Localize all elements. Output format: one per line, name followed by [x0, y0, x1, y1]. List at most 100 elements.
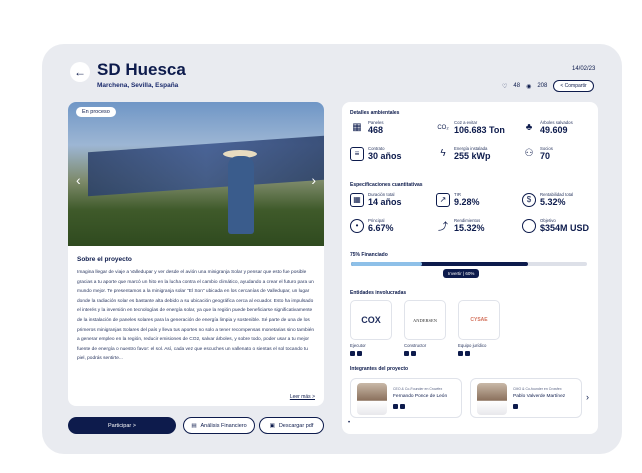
quant-title: Especificaciones cuantitativas — [350, 182, 423, 188]
quant-item-goal: Objetivo $354M USD — [522, 218, 589, 233]
funding-title: 75% Financiado — [350, 252, 388, 258]
participate-button[interactable]: Participar > — [68, 417, 176, 434]
web-icon[interactable] — [393, 404, 398, 409]
solar-panels-image — [88, 135, 324, 197]
read-more-link[interactable]: Leer más > — [290, 394, 315, 400]
share-label: Compartir — [564, 83, 587, 89]
quant-value: 5.32% — [540, 197, 566, 207]
entity-role: Equipo jurídico — [458, 343, 487, 348]
web-icon[interactable] — [458, 351, 463, 356]
share-button[interactable]: < Compartir — [553, 80, 594, 92]
trees-icon: ♣ — [525, 122, 533, 133]
about-title: Sobre el proyecto — [77, 256, 132, 263]
project-title: SD Huesca — [97, 60, 186, 79]
financial-analysis-button[interactable]: ▤ Análisis Financiero — [183, 417, 255, 434]
target-icon: • — [350, 218, 364, 233]
env-item-trees: ♣ Árboles salvados 49.609 — [522, 120, 573, 135]
quant-value: 6.67% — [368, 223, 394, 233]
trend-icon: ↗ — [436, 192, 450, 207]
quant-value: 9.28% — [454, 197, 480, 207]
entity-name: CYSAE — [470, 317, 488, 323]
env-value: 468 — [368, 125, 384, 135]
member-role: CMO & Co-founder en Crowfex — [513, 387, 562, 391]
project-location: Marchena, Sevilla, España — [97, 82, 179, 89]
quant-item-return: $ Rentabilidad total 5.32% — [522, 192, 573, 207]
entity-role: Ejecutor — [350, 343, 366, 348]
goal-icon — [522, 218, 536, 233]
avatar — [477, 383, 507, 415]
env-item-contract: ≡ Contrato 30 años — [350, 146, 402, 161]
co2-icon: CO₂ — [437, 124, 449, 131]
quant-value: 14 años — [368, 197, 402, 207]
status-badge: En proceso — [76, 107, 116, 117]
entity-role: Constructor — [404, 343, 427, 348]
quant-item-principal: • Principal 6.67% — [350, 218, 394, 233]
about-text: Imagina llegar de viaje a Valledupar y v… — [77, 270, 315, 362]
quant-item-yield: ⤴ Rendimientos 15.32% — [436, 218, 485, 233]
quant-value: $354M USD — [540, 223, 590, 233]
heart-icon[interactable]: ♡ — [502, 83, 507, 90]
entity-logo-andersen[interactable]: ANDERSEN — [404, 300, 446, 340]
entities-title: Entidades involucradas — [350, 290, 407, 296]
quant-item-tir: ↗ TIR 9.28% — [436, 192, 480, 207]
back-button[interactable]: ← — [70, 62, 90, 82]
document-icon: ▣ — [269, 422, 275, 429]
lightning-icon: ϟ — [440, 148, 446, 159]
env-title: Detalles ambientales — [350, 110, 400, 116]
linkedin-icon[interactable] — [411, 351, 416, 356]
entity-logo-cysae[interactable]: CYSAE — [458, 300, 500, 340]
financial-label: Análisis Financiero — [200, 422, 247, 429]
calendar-icon: ▦ — [350, 192, 364, 207]
env-item-partners: ⚇ Socios 70 — [522, 146, 553, 161]
quant-value: 15.32% — [454, 223, 485, 233]
dot-indicator: • — [348, 420, 351, 426]
env-item-co2: CO₂ Co2 a evitar 106.683 Ton — [436, 120, 505, 135]
linkedin-icon[interactable] — [400, 404, 405, 409]
member-role: CEO & Co-Founder en Crowfex — [393, 387, 443, 391]
partners-icon: ⚇ — [524, 148, 534, 159]
funding-progress-bar — [351, 262, 587, 266]
member-name: Pablo Valverde Martínez — [513, 394, 566, 399]
entity-logo-cox[interactable]: COX — [350, 300, 392, 340]
linkedin-icon[interactable] — [357, 351, 362, 356]
arrow-left-icon: ← — [74, 65, 86, 79]
likes-count: 48 — [513, 83, 521, 89]
member-card[interactable]: CEO & Co-Founder en Crowfex Fernando Pon… — [350, 378, 462, 418]
chevron-left-icon[interactable]: ‹ — [76, 172, 81, 188]
growth-icon: ⤴ — [438, 222, 448, 233]
chevron-right-icon[interactable]: › — [586, 392, 589, 402]
env-item-energy: ϟ Energía instalada 255 kWp — [436, 146, 491, 161]
invest-tooltip[interactable]: Invertir | 60% — [443, 269, 480, 278]
entity-name: ANDERSEN — [412, 317, 437, 323]
web-icon[interactable] — [350, 351, 355, 356]
entity-name: COX — [361, 315, 381, 325]
person-image — [228, 156, 254, 234]
avatar — [357, 383, 387, 415]
table-icon: ▤ — [191, 422, 197, 429]
chevron-right-icon[interactable]: › — [311, 172, 316, 188]
eye-icon: ◉ — [526, 83, 532, 90]
linkedin-icon[interactable] — [465, 351, 470, 356]
member-card[interactable]: CMO & Co-founder en Crowfex Pablo Valver… — [470, 378, 582, 418]
member-name: Fernando Ponce de León — [393, 394, 448, 399]
members-title: Integrantes del proyecto — [350, 366, 409, 372]
download-label: Descargar pdf — [278, 422, 314, 429]
project-date: 14/02/23 — [572, 66, 596, 72]
contract-icon: ≡ — [350, 146, 364, 161]
env-value: 70 — [540, 151, 551, 161]
linkedin-icon[interactable] — [513, 404, 518, 409]
project-info-card: En proceso ‹ › Sobre el proyecto Imagina… — [68, 102, 324, 406]
env-value: 49.609 — [540, 125, 568, 135]
download-pdf-button[interactable]: ▣ Descargar pdf — [259, 417, 324, 434]
env-value: 106.683 Ton — [454, 125, 505, 135]
quant-item-duration: ▦ Duración total 14 años — [350, 192, 402, 207]
dollar-icon: $ — [522, 192, 536, 207]
env-value: 30 años — [368, 151, 402, 161]
env-value: 255 kWp — [454, 151, 491, 161]
project-photo: En proceso ‹ › — [68, 102, 324, 246]
env-item-panels: ▦ Paneles 468 — [350, 120, 384, 135]
web-icon[interactable] — [404, 351, 409, 356]
solar-panel-icon: ▦ — [352, 122, 362, 133]
project-stats: ♡ 48 ◉ 208 < Compartir — [502, 80, 594, 92]
project-details-card: Detalles ambientales ▦ Paneles 468 CO₂ Co… — [342, 102, 598, 434]
